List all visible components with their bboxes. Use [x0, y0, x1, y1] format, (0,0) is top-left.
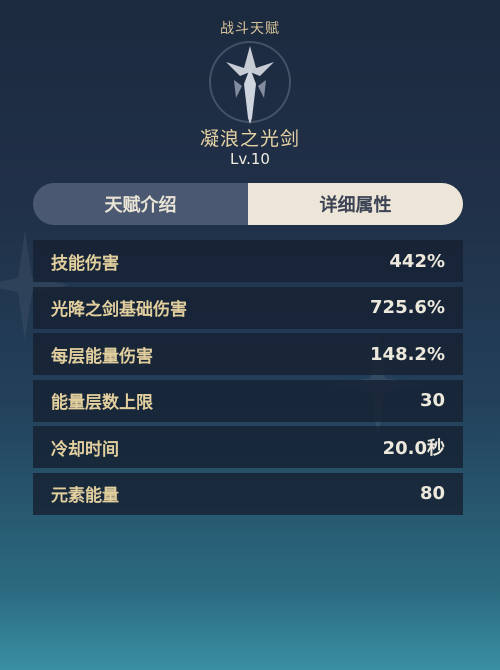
- talent-tabs: 天赋介绍 详细属性: [33, 183, 463, 225]
- stat-row-energy-cost: 元素能量 80: [33, 472, 463, 515]
- stat-label: 冷却时间: [51, 439, 119, 460]
- stat-label: 光降之剑基础伤害: [51, 300, 187, 320]
- stat-label: 技能伤害: [51, 253, 119, 274]
- stat-value: 20.0秒: [382, 438, 445, 459]
- stat-row-cooldown: 冷却时间 20.0秒: [33, 426, 463, 468]
- stat-label: 每层能量伤害: [51, 346, 153, 367]
- skill-level: Lv.10: [230, 150, 270, 168]
- stat-row-stack-damage: 每层能量伤害 148.2%: [33, 333, 463, 375]
- stat-row-base-damage: 光降之剑基础伤害 725.6%: [33, 286, 463, 329]
- stats-list: 技能伤害 442% 光降之剑基础伤害 725.6% 每层能量伤害 148.2% …: [33, 240, 463, 519]
- light-sword-icon: [209, 41, 291, 124]
- stat-value: 442%: [389, 250, 445, 272]
- stat-label: 能量层数上限: [51, 393, 153, 413]
- stat-row-max-stacks: 能量层数上限 30: [33, 379, 463, 422]
- stat-row-skill-damage: 技能伤害 442%: [33, 240, 463, 282]
- skill-name: 凝浪之光剑: [199, 128, 300, 150]
- stat-value: 148.2%: [370, 343, 445, 365]
- talent-category-title: 战斗天赋: [220, 21, 280, 37]
- stat-value: 30: [419, 390, 445, 411]
- tab-talent-intro[interactable]: 天赋介绍: [33, 183, 248, 225]
- stat-label: 元素能量: [51, 486, 119, 506]
- tab-detailed-attributes[interactable]: 详细属性: [248, 183, 463, 225]
- stat-value: 725.6%: [370, 297, 445, 318]
- stat-value: 80: [419, 483, 445, 504]
